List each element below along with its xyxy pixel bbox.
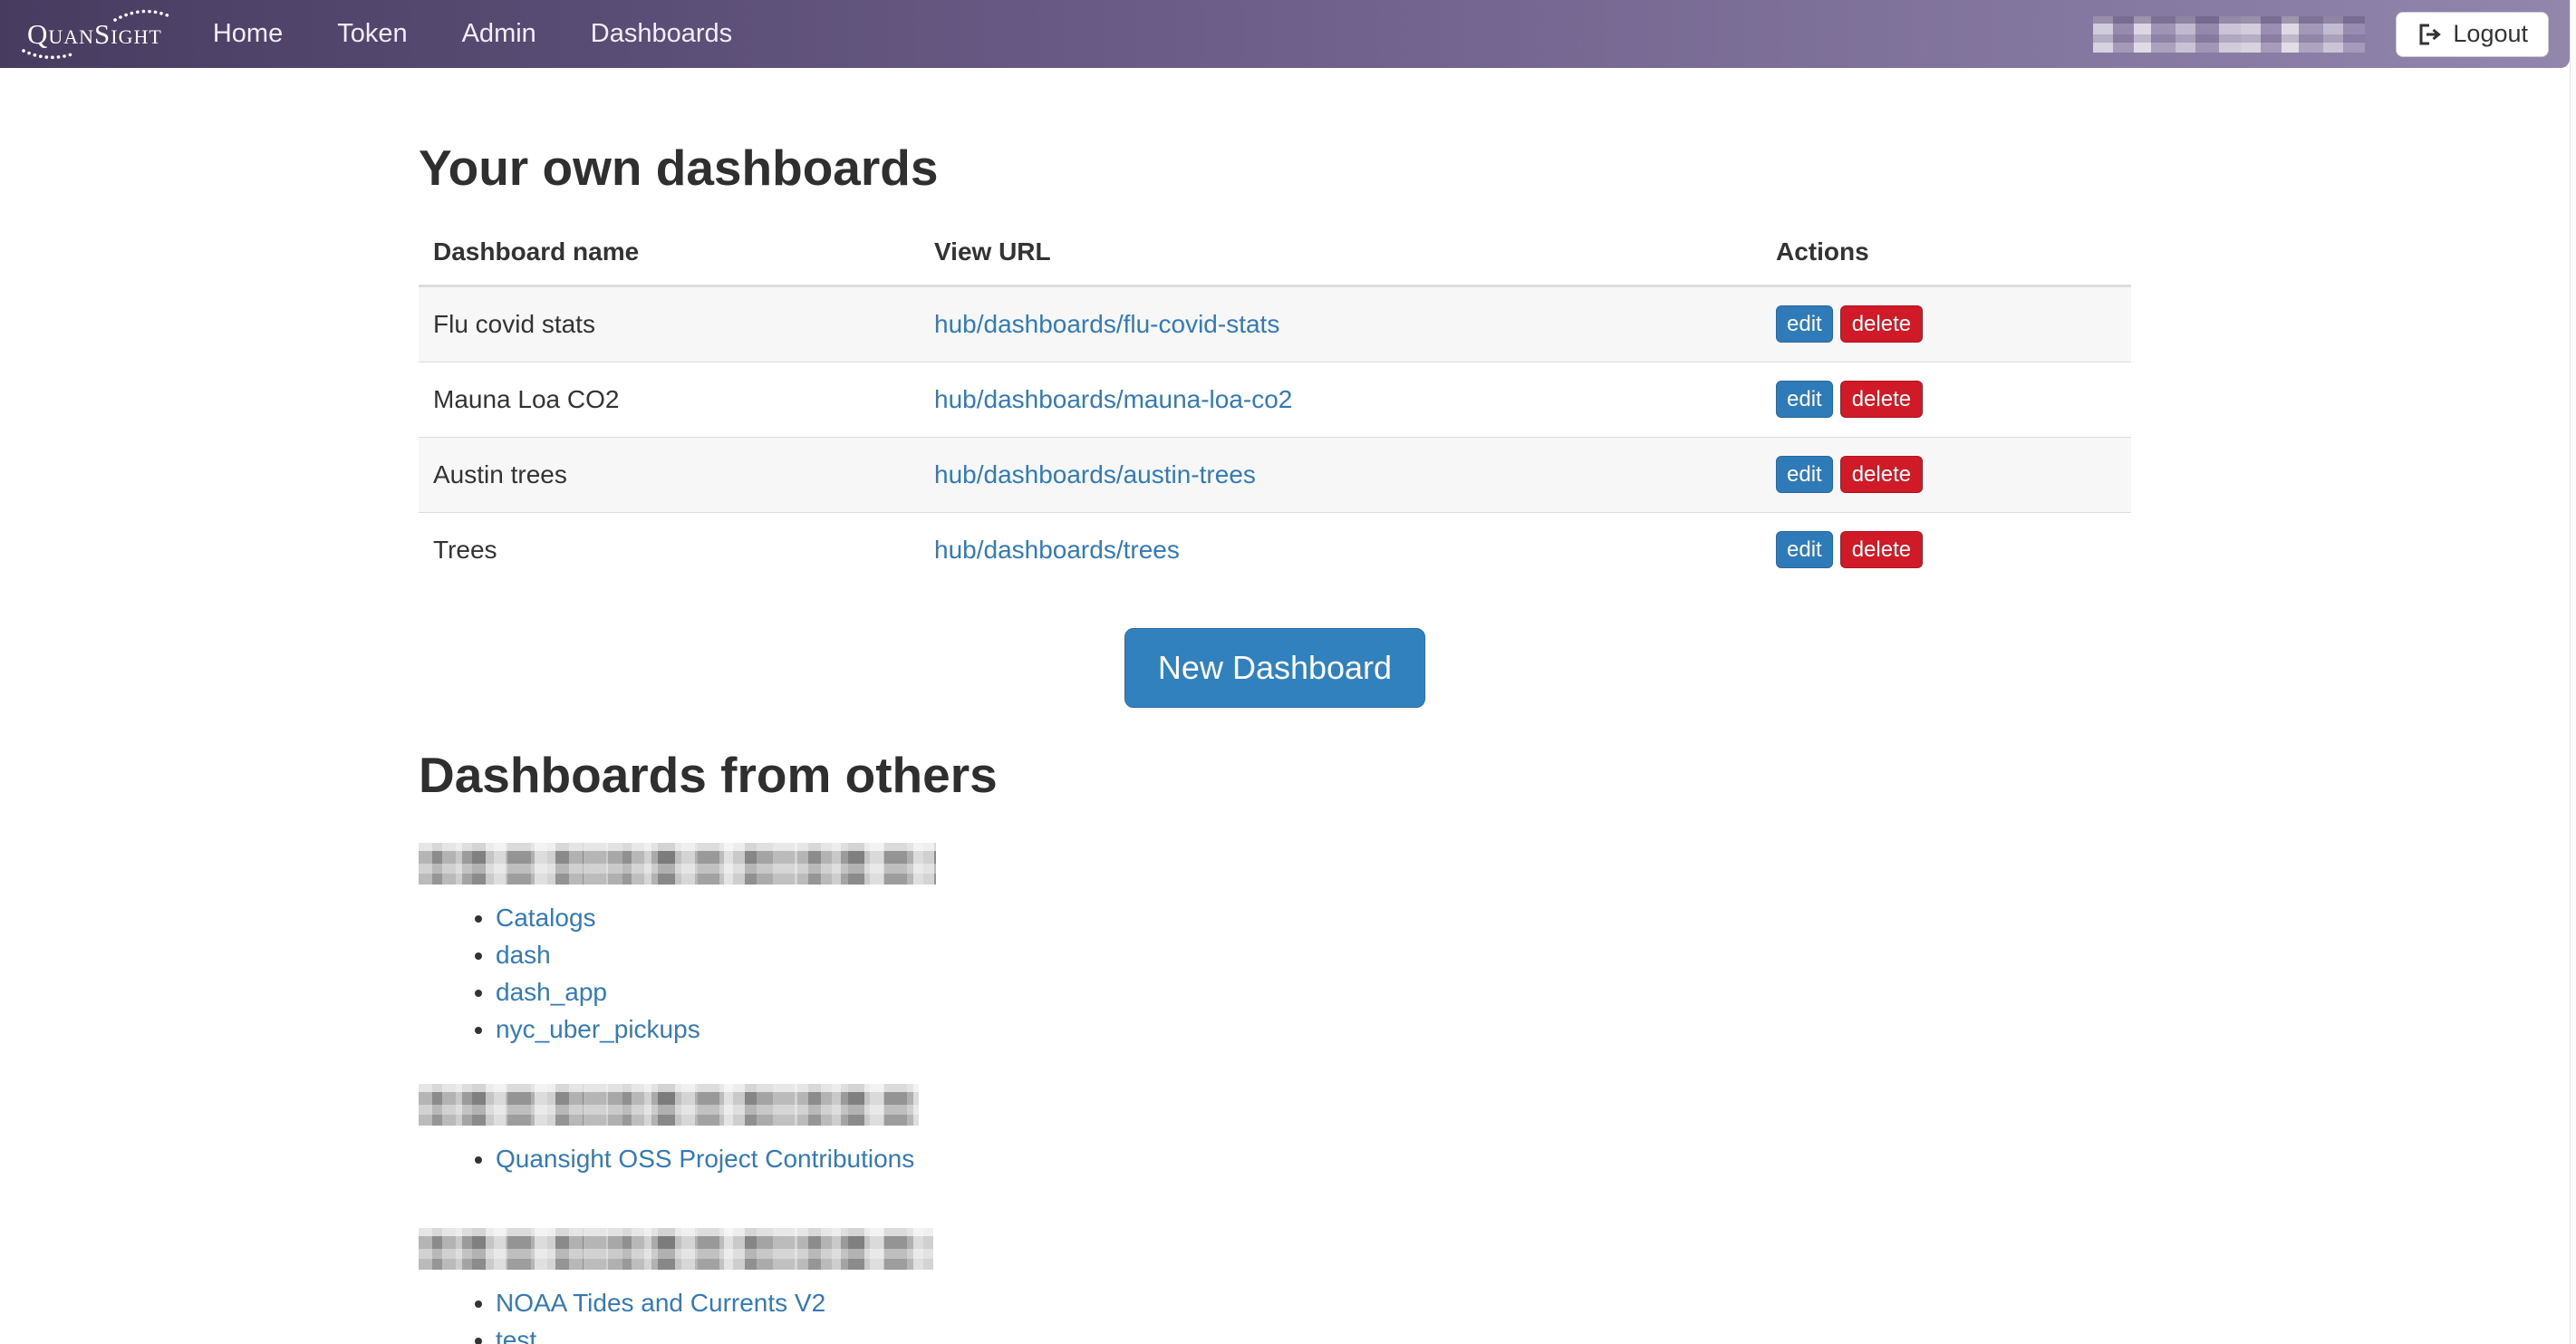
redacted-username (419, 843, 936, 885)
nav-item-admin: Admin (435, 0, 564, 69)
delete-button[interactable]: delete (1840, 381, 1923, 418)
others-dashboard-list: Catalogs dash dash_app nyc_uber_pickups (419, 899, 2131, 1048)
dashboard-name: Austin trees (419, 437, 920, 512)
list-item: dash (496, 936, 2131, 973)
logout-button[interactable]: Logout (2396, 12, 2549, 57)
nav-item-dashboards: Dashboards (564, 0, 759, 69)
view-url-link[interactable]: hub/dashboards/austin-trees (934, 460, 1256, 488)
top-navbar: QuanSight Home Token Admin Dashboards Lo… (0, 0, 2570, 68)
nav-link-admin[interactable]: Admin (435, 0, 564, 69)
redacted-username (419, 1084, 919, 1126)
dashboard-link[interactable]: Quansight OSS Project Contributions (496, 1145, 914, 1173)
nav-link-dashboards[interactable]: Dashboards (564, 0, 759, 69)
others-dashboard-list: Quansight OSS Project Contributions (419, 1140, 2131, 1177)
page-scrollbar-track[interactable] (2570, 0, 2576, 1344)
delete-button[interactable]: delete (1840, 305, 1923, 343)
col-header-view-url: View URL (920, 221, 1761, 286)
dashboard-name: Trees (419, 512, 920, 587)
others-dashboards-title: Dashboards from others (419, 748, 2131, 803)
table-row: Flu covid stats hub/dashboards/flu-covid… (419, 285, 2131, 362)
nav-link-token[interactable]: Token (310, 0, 434, 69)
nav-item-token: Token (310, 0, 434, 69)
list-item: nyc_uber_pickups (496, 1010, 2131, 1048)
nav-menu: Home Token Admin Dashboards (186, 0, 759, 69)
dashboard-name: Mauna Loa CO2 (419, 362, 920, 437)
nav-link-home[interactable]: Home (186, 0, 310, 69)
list-item: test (496, 1321, 2131, 1344)
sign-out-icon (2417, 22, 2442, 47)
dashboard-link[interactable]: nyc_uber_pickups (496, 1015, 700, 1043)
others-dashboard-list: NOAA Tides and Currents V2 test (419, 1284, 2131, 1344)
edit-button[interactable]: edit (1776, 531, 1833, 568)
list-item: NOAA Tides and Currents V2 (496, 1284, 2131, 1321)
list-item: Quansight OSS Project Contributions (496, 1140, 2131, 1177)
table-row: Trees hub/dashboards/trees editdelete (419, 512, 2131, 587)
view-url-link[interactable]: hub/dashboards/flu-covid-stats (934, 310, 1279, 338)
dashboard-name: Flu covid stats (419, 285, 920, 362)
col-header-dashboard-name: Dashboard name (419, 221, 920, 286)
redacted-username (419, 1228, 933, 1270)
dashboard-link[interactable]: NOAA Tides and Currents V2 (496, 1289, 825, 1317)
main-content: Your own dashboards Dashboard name View … (419, 68, 2131, 1344)
dashboards-table: Dashboard name View URL Actions Flu covi… (419, 221, 2131, 587)
brand-text: QuanSight (27, 18, 162, 50)
table-header-row: Dashboard name View URL Actions (419, 221, 2131, 286)
table-row: Mauna Loa CO2 hub/dashboards/mauna-loa-c… (419, 362, 2131, 437)
list-item: Catalogs (496, 899, 2131, 936)
edit-button[interactable]: edit (1776, 381, 1833, 418)
view-url-link[interactable]: hub/dashboards/trees (934, 536, 1180, 564)
list-item: dash_app (496, 973, 2131, 1010)
edit-button[interactable]: edit (1776, 305, 1833, 343)
col-header-actions: Actions (1761, 221, 2131, 286)
new-dashboard-button[interactable]: New Dashboard (1124, 628, 1425, 708)
view-url-link[interactable]: hub/dashboards/mauna-loa-co2 (934, 385, 1292, 413)
edit-button[interactable]: edit (1776, 456, 1833, 493)
dashboard-link[interactable]: dash_app (496, 978, 607, 1006)
dashboard-link[interactable]: dash (496, 941, 551, 969)
delete-button[interactable]: delete (1840, 531, 1923, 568)
redacted-user-email (2093, 16, 2365, 53)
logout-label: Logout (2453, 20, 2528, 48)
nav-item-home: Home (186, 0, 310, 69)
table-row: Austin trees hub/dashboards/austin-trees… (419, 437, 2131, 512)
delete-button[interactable]: delete (1840, 456, 1923, 493)
dashboard-link[interactable]: Catalogs (496, 904, 596, 932)
logo-arc-top-icon (113, 7, 169, 22)
logo-arc-bottom-icon (22, 46, 76, 61)
own-dashboards-title: Your own dashboards (419, 140, 2131, 196)
dashboard-link[interactable]: test (496, 1326, 536, 1344)
quansight-logo[interactable]: QuanSight (27, 20, 162, 48)
